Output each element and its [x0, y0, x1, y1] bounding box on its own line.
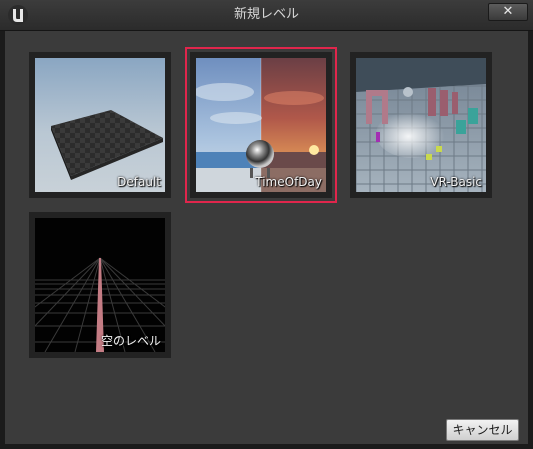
template-tile-default[interactable]: Default — [29, 52, 171, 198]
template-tile-vr-basic[interactable]: VR-Basic — [350, 52, 492, 198]
template-label-time-of-day: TimeOfDay — [255, 175, 322, 189]
new-level-dialog: 新規レベル ✕ Default TimeOfDay VR-Basic 空のレベル… — [0, 0, 533, 449]
template-tile-empty-level[interactable]: 空のレベル — [29, 212, 171, 358]
template-label-empty-level: 空のレベル — [100, 334, 161, 348]
template-tile-time-of-day[interactable]: TimeOfDay — [185, 47, 337, 203]
template-label-vr-basic: VR-Basic — [430, 175, 482, 189]
close-button[interactable]: ✕ — [488, 3, 528, 21]
time-of-day-level-thumbnail — [196, 58, 326, 192]
cancel-button[interactable]: キャンセル — [446, 419, 519, 441]
default-level-thumbnail — [35, 58, 165, 192]
template-grid: Default TimeOfDay VR-Basic 空のレベル キャンセル — [5, 31, 528, 444]
title-bar[interactable]: 新規レベル ✕ — [0, 0, 533, 31]
vr-basic-level-thumbnail — [356, 58, 486, 192]
template-label-default: Default — [117, 175, 161, 189]
dialog-title: 新規レベル — [233, 7, 299, 22]
